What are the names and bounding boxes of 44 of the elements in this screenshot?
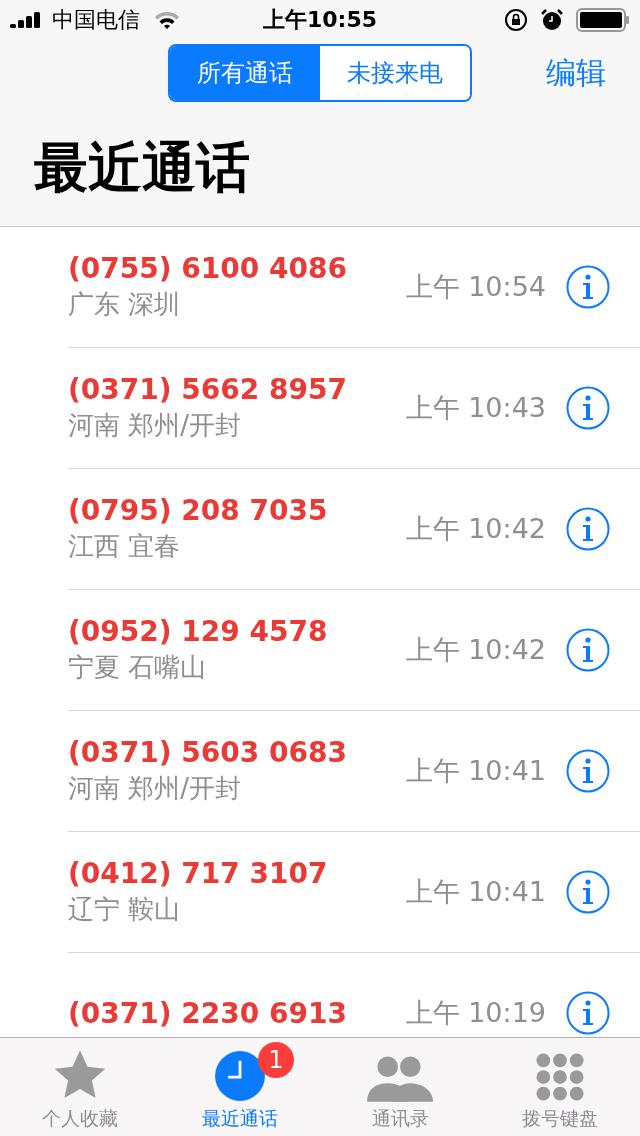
- call-time: 上午 10:41: [405, 875, 546, 909]
- info-icon[interactable]: [566, 628, 610, 672]
- call-location: 辽宁 鞍山: [68, 893, 182, 926]
- call-time: 上午 10:41: [405, 754, 546, 788]
- info-icon[interactable]: [566, 870, 610, 914]
- keypad-icon: [535, 1052, 585, 1102]
- alarm-icon: [540, 8, 564, 32]
- phone-number[interactable]: (0952) 129 4578: [68, 615, 406, 648]
- call-time: 上午 10:54: [405, 270, 546, 304]
- filter-tab[interactable]: 未接来电: [320, 46, 470, 100]
- clock-icon: [214, 1050, 266, 1102]
- info-icon[interactable]: [566, 991, 610, 1035]
- phone-number[interactable]: (0371) 2230 6913: [68, 996, 406, 1030]
- tab-bar-item[interactable]: 1 最近通话: [160, 1038, 320, 1136]
- call-time: 上午 10:19: [405, 996, 546, 1030]
- phone-number[interactable]: (0795) 208 7035: [68, 494, 406, 527]
- rotation-lock-icon: [504, 8, 528, 32]
- tab-bar-item[interactable]: 拨号键盘: [480, 1038, 640, 1136]
- info-icon[interactable]: [566, 507, 610, 551]
- battery-icon: [576, 8, 630, 32]
- call-time: 上午 10:42: [405, 512, 546, 546]
- edit-button[interactable]: 编辑: [546, 52, 606, 94]
- phone-number[interactable]: (0755) 6100 4086: [68, 252, 406, 285]
- phone-number[interactable]: (0412) 717 3107: [68, 857, 406, 890]
- call-location: 河南 郑州/开封: [68, 409, 243, 442]
- call-location: 宁夏 石嘴山: [68, 651, 208, 684]
- info-icon[interactable]: [566, 749, 610, 793]
- call-location: 广东 深圳: [68, 288, 182, 321]
- call-location: 江西 宜春: [68, 530, 182, 563]
- call-location: 河南 郑州/开封: [68, 772, 243, 805]
- carrier-name: 中国电信: [52, 6, 140, 34]
- missed-calls-badge: 1: [258, 1042, 294, 1078]
- tab-bar-item[interactable]: 个人收藏: [0, 1038, 160, 1136]
- info-icon[interactable]: [566, 386, 610, 430]
- phone-number[interactable]: (0371) 5662 8957: [68, 373, 406, 406]
- tab-bar-item[interactable]: 通讯录: [320, 1038, 480, 1136]
- page-title: 最近通话: [33, 135, 251, 201]
- call-time: 上午 10:42: [405, 633, 546, 667]
- status-time: 上午10:55: [263, 6, 377, 34]
- filter-tab[interactable]: 所有通话: [170, 46, 320, 100]
- call-time: 上午 10:43: [405, 391, 546, 425]
- phone-number[interactable]: (0371) 5603 0683: [68, 736, 406, 769]
- info-icon[interactable]: [566, 265, 610, 309]
- wifi-icon: [154, 10, 180, 30]
